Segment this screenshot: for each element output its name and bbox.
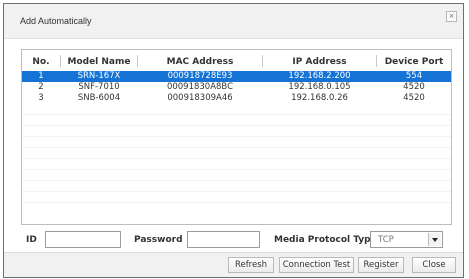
cell-device-port: 4520 xyxy=(403,93,425,103)
media-protocol-type-select[interactable]: TCP xyxy=(370,231,443,248)
table-row[interactable]: 1 SRN-167X 000918728E93 192.168.2.200 55… xyxy=(22,71,451,82)
close-icon[interactable]: × xyxy=(446,11,457,22)
table-row[interactable]: 3 SNB-6004 000918309A46 192.168.0.26 452… xyxy=(22,93,451,104)
dialog-titlebar: Add Automatically × xyxy=(4,4,463,39)
cell-model-name: SNB-6004 xyxy=(77,93,121,103)
empty-row xyxy=(22,104,451,115)
connection-test-button[interactable]: Connection Test xyxy=(279,257,354,273)
empty-row xyxy=(22,148,451,159)
cell-model-name: SNF-7010 xyxy=(78,82,120,92)
cell-device-port: 4520 xyxy=(403,82,425,92)
column-header-ip-address[interactable]: IP Address xyxy=(263,50,376,72)
register-button[interactable]: Register xyxy=(358,257,404,273)
cell-ip-address: 192.168.0.105 xyxy=(288,82,351,92)
password-input[interactable] xyxy=(187,231,260,248)
cell-ip-address: 192.168.2.200 xyxy=(288,71,351,81)
close-button[interactable]: Close xyxy=(412,257,456,273)
empty-row xyxy=(22,170,451,181)
empty-row xyxy=(22,159,451,170)
add-automatically-dialog: Add Automatically × No. Model Name MAC A… xyxy=(3,3,464,278)
column-header-mac-address[interactable]: MAC Address xyxy=(138,50,262,72)
id-input[interactable] xyxy=(45,231,121,248)
empty-row xyxy=(22,115,451,126)
empty-row xyxy=(22,192,451,203)
password-label: Password xyxy=(134,235,183,245)
dialog-footer: Refresh Connection Test Register Close xyxy=(4,252,463,277)
cell-mac-address: 000918309A46 xyxy=(167,93,233,103)
table-body: 1 SRN-167X 000918728E93 192.168.2.200 55… xyxy=(22,71,451,203)
cell-no: 2 xyxy=(38,82,44,92)
cell-no: 3 xyxy=(38,93,44,103)
cell-device-port: 554 xyxy=(405,71,423,81)
dialog-title: Add Automatically xyxy=(20,16,92,26)
device-table: No. Model Name MAC Address IP Address De… xyxy=(21,49,452,225)
column-header-device-port[interactable]: Device Port xyxy=(377,50,451,72)
column-header-no[interactable]: No. xyxy=(22,50,60,72)
cell-mac-address: 00091830A8BC xyxy=(166,82,234,92)
empty-row xyxy=(22,181,451,192)
id-label: ID xyxy=(26,235,37,245)
empty-row xyxy=(22,137,451,148)
cell-model-name: SRN-167X xyxy=(77,71,121,81)
cell-ip-address: 192.168.0.26 xyxy=(291,93,348,103)
media-protocol-type-label: Media Protocol Type xyxy=(274,235,377,245)
cell-no: 1 xyxy=(38,71,44,81)
chevron-down-icon[interactable] xyxy=(428,233,441,246)
refresh-button[interactable]: Refresh xyxy=(228,257,274,273)
cell-mac-address: 000918728E93 xyxy=(167,71,233,81)
media-protocol-type-value: TCP xyxy=(378,235,394,245)
column-header-model-name[interactable]: Model Name xyxy=(61,50,137,72)
table-header: No. Model Name MAC Address IP Address De… xyxy=(22,50,451,72)
empty-row xyxy=(22,126,451,137)
credentials-row: ID Password Media Protocol Type TCP xyxy=(4,231,463,251)
table-row[interactable]: 2 SNF-7010 00091830A8BC 192.168.0.105 45… xyxy=(22,82,451,93)
